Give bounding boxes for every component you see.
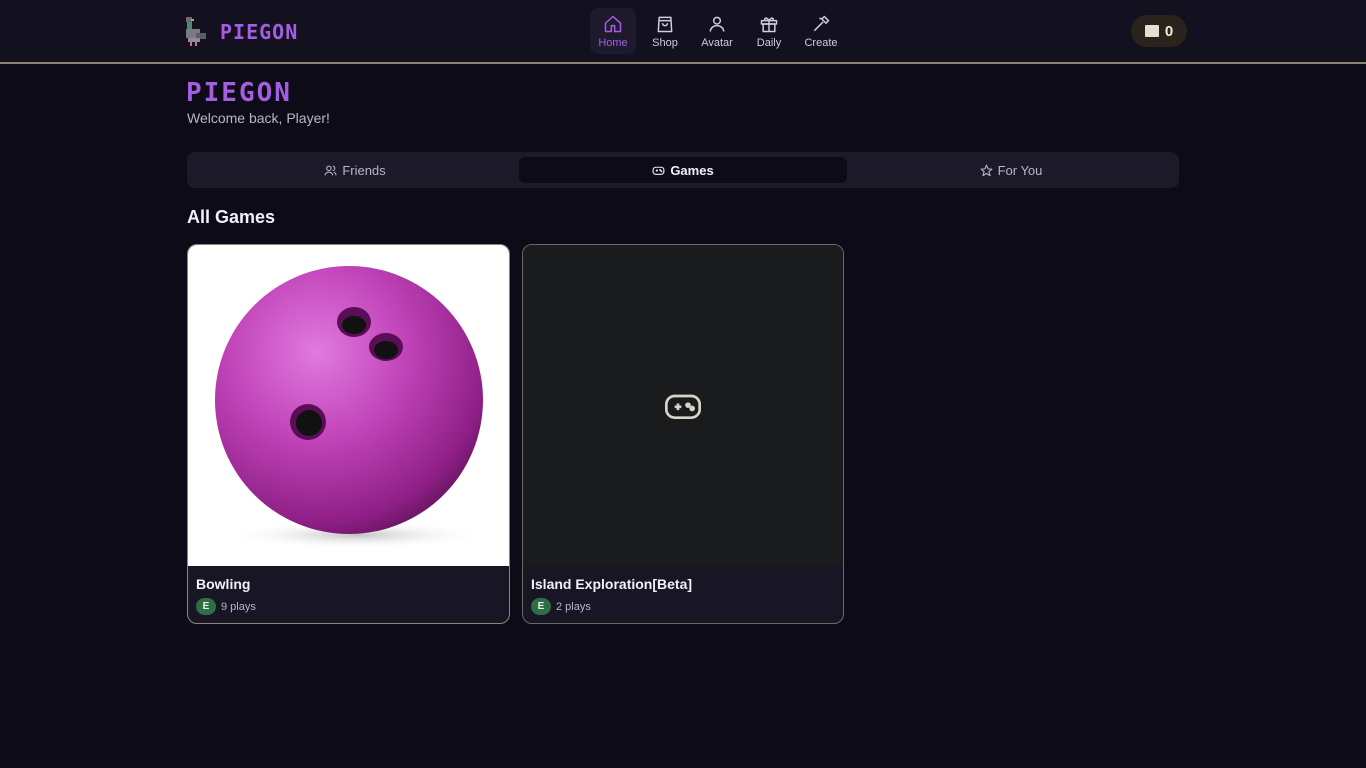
- rating-badge: E: [531, 598, 551, 615]
- nav-create-label: Create: [804, 36, 838, 49]
- content-tabs: Friends Games For You: [187, 152, 1179, 188]
- nav-create[interactable]: Create: [798, 8, 844, 54]
- users-icon: [324, 165, 337, 175]
- nav-shop-label: Shop: [652, 36, 678, 49]
- game-meta: E 9 plays: [196, 598, 256, 615]
- home-icon: [604, 15, 622, 32]
- play-count: 9 plays: [221, 600, 256, 613]
- pigeon-logo-icon: [186, 17, 206, 46]
- tab-games[interactable]: Games: [519, 157, 847, 183]
- tab-games-label: Games: [670, 162, 714, 178]
- bowling-ball-image: [215, 266, 486, 549]
- game-card-bowling[interactable]: Bowling E 9 plays: [187, 244, 510, 624]
- brand-name: PIEGON: [220, 20, 299, 44]
- nav-home-label: Home: [598, 36, 628, 49]
- game-title: Island Exploration[Beta]: [531, 576, 693, 592]
- main-nav: Home Shop Avatar Daily Create: [590, 8, 844, 56]
- game-meta: E 2 plays: [531, 598, 591, 615]
- nav-shop[interactable]: Shop: [642, 8, 688, 54]
- tab-for-you[interactable]: For You: [847, 157, 1175, 183]
- game-thumbnail: [188, 245, 509, 566]
- welcome-message: Welcome back, Player!: [187, 110, 330, 126]
- game-card-island-exploration[interactable]: Island Exploration[Beta] E 2 plays: [522, 244, 844, 624]
- gift-icon: [760, 16, 778, 32]
- star-icon: [980, 164, 993, 176]
- tab-friends[interactable]: Friends: [191, 157, 519, 183]
- section-title: All Games: [187, 207, 276, 227]
- brand-link[interactable]: PIEGON: [180, 14, 298, 50]
- game-title: Bowling: [196, 576, 251, 592]
- play-count: 2 plays: [556, 600, 591, 613]
- nav-avatar[interactable]: Avatar: [694, 8, 740, 54]
- nav-home[interactable]: Home: [590, 8, 636, 54]
- page-title: PIEGON: [186, 78, 292, 108]
- tab-friends-label: Friends: [342, 162, 386, 178]
- nav-daily[interactable]: Daily: [746, 8, 792, 54]
- shopping-bag-icon: [657, 16, 673, 32]
- tab-for-you-label: For You: [997, 162, 1043, 178]
- gamepad-icon: [652, 166, 665, 175]
- nav-avatar-label: Avatar: [701, 36, 733, 49]
- user-icon: [709, 16, 725, 32]
- hammer-icon: [813, 15, 830, 31]
- nav-daily-label: Daily: [756, 36, 782, 49]
- coin-icon: [1144, 25, 1159, 37]
- top-nav-bar: PIEGON Home Shop Avatar Daily Create 0: [0, 0, 1366, 64]
- coin-balance[interactable]: 0: [1131, 15, 1187, 47]
- gamepad-placeholder-icon: [665, 394, 701, 419]
- game-thumbnail: [523, 245, 843, 566]
- coin-count: 0: [1164, 22, 1174, 40]
- rating-badge: E: [196, 598, 216, 615]
